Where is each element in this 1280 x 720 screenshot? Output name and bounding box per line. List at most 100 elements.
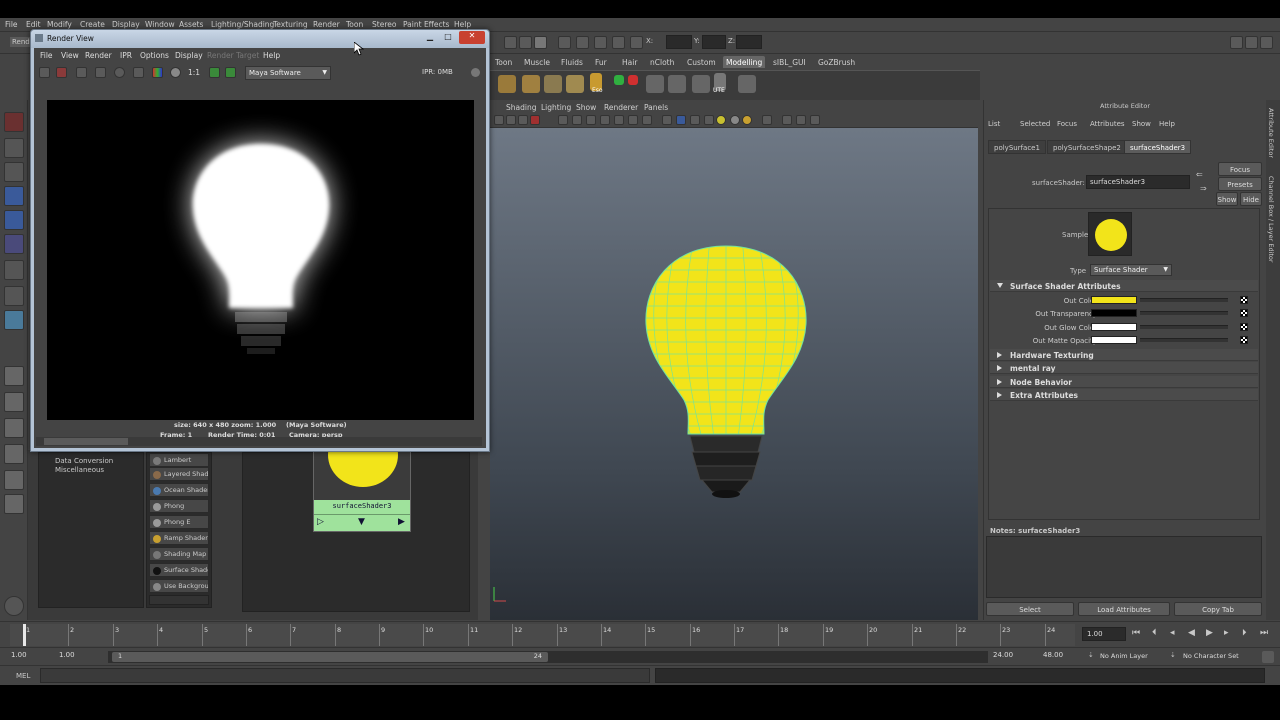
- out-glow-color-slider[interactable]: [1140, 325, 1228, 329]
- list-item[interactable]: Lambert: [149, 453, 209, 467]
- textured-icon[interactable]: [704, 115, 714, 125]
- select-tool-icon[interactable]: [4, 112, 24, 132]
- input-line-icon[interactable]: [630, 36, 643, 49]
- out-matte-opacity-map-icon[interactable]: [1240, 336, 1248, 344]
- shelf-tab-toon[interactable]: Toon: [492, 58, 515, 67]
- goto-input-icon[interactable]: ⇐: [1196, 170, 1206, 180]
- out-matte-opacity-slider[interactable]: [1140, 338, 1228, 342]
- insert-edge-loop-icon[interactable]: [566, 75, 584, 93]
- move-tool-icon[interactable]: [4, 186, 24, 206]
- shelf-tab-custom[interactable]: Custom: [684, 58, 719, 67]
- menu-file[interactable]: File: [5, 20, 18, 29]
- shelf-tab-hair[interactable]: Hair: [619, 58, 640, 67]
- last-tool-icon[interactable]: [4, 286, 24, 306]
- render-image[interactable]: [47, 100, 474, 420]
- node-input-arrow-icon[interactable]: ▷: [317, 517, 324, 527]
- red-toggle-icon[interactable]: [628, 75, 638, 85]
- rv-menu-view[interactable]: View: [61, 51, 79, 60]
- menu-display[interactable]: Display: [112, 20, 140, 29]
- default-lighting-icon[interactable]: [716, 115, 726, 125]
- y-field[interactable]: [702, 35, 726, 49]
- out-matte-opacity-swatch[interactable]: [1091, 336, 1137, 344]
- ae-menu-list[interactable]: List: [988, 120, 1000, 128]
- ae-menu-help[interactable]: Help: [1159, 120, 1175, 128]
- animation-end-field[interactable]: 48.00: [1040, 650, 1086, 664]
- render-frame-icon[interactable]: [558, 36, 571, 49]
- viewport-menu-shading[interactable]: Shading: [506, 103, 536, 112]
- z-field[interactable]: [736, 35, 762, 49]
- menu-toon[interactable]: Toon: [346, 20, 363, 29]
- current-time-marker[interactable]: [23, 624, 26, 646]
- section-mental-ray[interactable]: mental ray: [990, 362, 1258, 374]
- ae-tab-polysurfaceshape2[interactable]: polySurfaceShape2: [1047, 140, 1127, 154]
- single-perspective-layout-icon[interactable]: [4, 366, 24, 386]
- out-glow-color-map-icon[interactable]: [1240, 323, 1248, 331]
- category-miscellaneous[interactable]: Miscellaneous: [55, 466, 104, 474]
- out-transparency-map-icon[interactable]: [1240, 309, 1248, 317]
- list-item[interactable]: Layered Shader: [149, 467, 209, 481]
- paint-select-icon[interactable]: [4, 162, 24, 182]
- ae-menu-focus[interactable]: Focus: [1057, 120, 1077, 128]
- rotate-tool-icon[interactable]: [4, 210, 24, 230]
- image-plane-icon[interactable]: [530, 115, 540, 125]
- lightbulb-model[interactable]: [630, 238, 850, 508]
- scale-tool-icon[interactable]: [4, 234, 24, 254]
- menu-help[interactable]: Help: [454, 20, 471, 29]
- xray-icon[interactable]: [782, 115, 792, 125]
- snapshot-icon[interactable]: [76, 67, 87, 78]
- minimize-button[interactable]: ▁: [421, 32, 439, 44]
- render-settings-icon[interactable]: [594, 36, 607, 49]
- animation-start-field[interactable]: 1.00: [8, 650, 54, 664]
- menu-create[interactable]: Create: [80, 20, 105, 29]
- list-item[interactable]: Phong: [149, 499, 209, 513]
- rv-menu-ipr[interactable]: IPR: [120, 51, 132, 60]
- type-dropdown[interactable]: Surface Shader ▼: [1090, 264, 1172, 276]
- rv-menu-display[interactable]: Display: [175, 51, 203, 60]
- current-frame-field[interactable]: 1.00: [1082, 627, 1126, 641]
- keep-image-icon[interactable]: [133, 67, 144, 78]
- playback-start-field[interactable]: 1.00: [56, 650, 102, 664]
- hair-tool-icon[interactable]: [646, 75, 664, 93]
- xray-joints-icon[interactable]: [796, 115, 806, 125]
- shelf-tab-muscle[interactable]: Muscle: [521, 58, 553, 67]
- manipulator-tool-icon[interactable]: [4, 260, 24, 280]
- shelf-tab-fluids[interactable]: Fluids: [558, 58, 586, 67]
- redo-ipr-icon[interactable]: [56, 67, 67, 78]
- sculpt-tool-icon[interactable]: [668, 75, 686, 93]
- out-color-swatch[interactable]: [1091, 296, 1137, 304]
- toggle-channel-box-icon[interactable]: [1260, 36, 1273, 49]
- step-back-key-icon[interactable]: ⏴: [1152, 628, 1157, 638]
- rgb-channels-icon[interactable]: [152, 67, 163, 78]
- menuset-dropdown[interactable]: Rend: [10, 37, 32, 47]
- section-extra-attributes[interactable]: Extra Attributes: [990, 389, 1258, 401]
- rv-menu-render[interactable]: Render: [85, 51, 112, 60]
- menu-texturing[interactable]: Texturing: [273, 20, 308, 29]
- category-data-conversion[interactable]: Data Conversion: [55, 457, 113, 465]
- maximize-button[interactable]: □: [439, 32, 457, 44]
- bookmark-icon[interactable]: [518, 115, 528, 125]
- wireframe-icon[interactable]: [662, 115, 672, 125]
- viewport-menu-renderer[interactable]: Renderer: [604, 103, 638, 112]
- extrude-icon[interactable]: [498, 75, 516, 93]
- ae-tab-polysurface1[interactable]: polySurface1: [988, 140, 1046, 154]
- out-transparency-swatch[interactable]: [1091, 309, 1137, 317]
- surfaceshader-node[interactable]: surfaceShader3 ▷ ▼ ▶: [313, 440, 411, 532]
- section-hardware-texturing[interactable]: Hardware Texturing: [990, 349, 1258, 361]
- load-image-icon[interactable]: [209, 67, 220, 78]
- out-color-map-icon[interactable]: [1240, 296, 1248, 304]
- focus-button[interactable]: Focus: [1218, 162, 1262, 176]
- film-gate-icon[interactable]: [572, 115, 582, 125]
- menu-edit[interactable]: Edit: [26, 20, 41, 29]
- shelf-tab-modelling[interactable]: Modelling: [723, 56, 766, 68]
- x-field[interactable]: [666, 35, 692, 49]
- redo-render-icon[interactable]: [39, 67, 50, 78]
- menu-assets[interactable]: Assets: [179, 20, 203, 29]
- presets-button[interactable]: Presets: [1218, 177, 1262, 191]
- ae-menu-selected[interactable]: Selected: [1020, 120, 1050, 128]
- shelf-tab-fur[interactable]: Fur: [592, 58, 610, 67]
- rv-menu-file[interactable]: File: [40, 51, 53, 60]
- ae-menu-show[interactable]: Show: [1132, 120, 1151, 128]
- step-forward-frame-icon[interactable]: ▸: [1224, 628, 1229, 638]
- viewport-menu-lighting[interactable]: Lighting: [541, 103, 571, 112]
- node-expand-icon[interactable]: ▼: [358, 517, 365, 527]
